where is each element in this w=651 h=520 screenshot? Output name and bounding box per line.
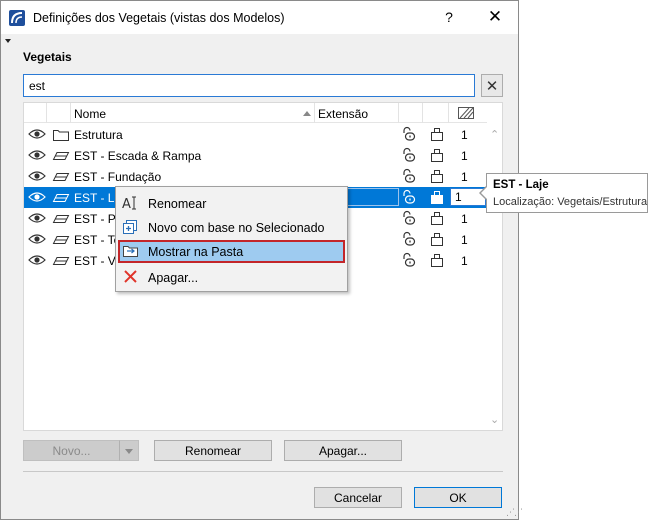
row-number: 1 (461, 128, 468, 142)
scroll-up-icon[interactable]: ⌃ (490, 128, 499, 141)
app-logo-icon (9, 10, 25, 26)
menu-item-label: Mostrar na Pasta (148, 245, 244, 259)
row-number: 1 (461, 233, 468, 247)
lock-icon[interactable] (401, 231, 417, 250)
tooltip-pointer-fill (481, 187, 487, 199)
delete-button-label: Apagar... (318, 443, 368, 458)
tooltip-location: Localização: Vegetais/Estrutura (493, 196, 648, 208)
clear-icon: ✕ (485, 77, 499, 95)
eye-icon[interactable] (28, 170, 46, 185)
tooltip: EST - Laje Localização: Vegetais/Estrutu… (486, 173, 648, 213)
clear-search-button[interactable]: ✕ (481, 74, 503, 97)
column-header-extension[interactable]: Extensão (318, 107, 368, 121)
header-divider (70, 103, 71, 123)
svg-text:A: A (122, 197, 131, 211)
layer-visibility-icon[interactable] (429, 231, 445, 250)
ok-button-label: OK (449, 490, 467, 505)
eye-icon[interactable] (28, 233, 46, 248)
row-name: EST - Escada & Rampa (74, 149, 202, 163)
new-button-label: Novo... (52, 443, 91, 458)
lock-icon[interactable] (401, 147, 417, 166)
row-name: Estrutura (74, 128, 123, 142)
column-header-name[interactable]: Nome (74, 107, 106, 121)
layer-visibility-icon[interactable] (429, 210, 445, 229)
window-title: Definições dos Vegetais (vistas dos Mode… (33, 11, 285, 25)
menu-item-delete[interactable]: Apagar... (118, 266, 345, 289)
rename-button-label: Renomear (184, 443, 242, 458)
layer-icon (52, 233, 70, 250)
section-label: Vegetais (23, 50, 72, 64)
lock-icon[interactable] (401, 210, 417, 229)
list-header: Nome Extensão (24, 103, 487, 123)
layer-icon (52, 191, 70, 208)
sort-ascending-icon (303, 111, 311, 116)
menu-item-label: Renomear (148, 197, 207, 211)
eye-icon[interactable] (28, 128, 46, 143)
layer-icon (52, 254, 70, 271)
context-menu: A Renomear Novo com base no Selecionado … (115, 186, 348, 292)
scroll-down-icon[interactable]: ⌄ (490, 413, 499, 426)
lock-icon[interactable] (401, 252, 417, 271)
separator (23, 471, 503, 472)
rename-button[interactable]: Renomear (154, 440, 272, 461)
header-divider (448, 103, 449, 123)
layer-visibility-icon[interactable] (429, 168, 445, 187)
row-name: EST - Fundação (74, 170, 162, 184)
delete-icon (122, 269, 140, 288)
hatch-column-icon[interactable] (458, 107, 474, 122)
new-dropdown-button[interactable] (119, 440, 139, 461)
header-divider (46, 103, 47, 123)
menu-item-label: Novo com base no Selecionado (148, 221, 325, 235)
delete-button[interactable]: Apagar... (284, 440, 402, 461)
eye-icon[interactable] (28, 254, 46, 269)
lock-icon[interactable] (401, 126, 417, 145)
header-divider (422, 103, 423, 123)
eye-icon[interactable] (28, 149, 46, 164)
eye-icon[interactable] (28, 191, 46, 206)
layer-visibility-icon[interactable] (429, 147, 445, 166)
table-row[interactable]: Estrutura 1 (24, 124, 487, 145)
new-from-selected-icon (122, 219, 140, 238)
help-button[interactable]: ? (439, 9, 459, 25)
title-bar: Definições dos Vegetais (vistas dos Mode… (1, 1, 518, 34)
layer-icon (52, 149, 70, 166)
rename-icon: A (122, 195, 140, 214)
lock-icon[interactable] (401, 189, 417, 208)
row-number: 1 (461, 149, 468, 163)
menu-item-rename[interactable]: A Renomear (118, 192, 345, 215)
layer-visibility-icon[interactable] (429, 189, 445, 208)
layer-visibility-icon[interactable] (429, 252, 445, 271)
new-button[interactable]: Novo... (23, 440, 120, 461)
row-number: 1 (461, 170, 468, 184)
show-in-folder-icon (122, 243, 140, 262)
search-input[interactable] (23, 74, 475, 97)
close-button[interactable]: ✕ (483, 7, 507, 27)
layer-visibility-icon[interactable] (429, 126, 445, 145)
layer-icon (52, 170, 70, 187)
table-row[interactable]: EST - Escada & Rampa 1 (24, 145, 487, 166)
collapse-arrow-icon[interactable] (5, 39, 11, 43)
row-number: 1 (461, 212, 468, 226)
menu-item-label: Apagar... (148, 271, 199, 285)
header-divider (314, 103, 315, 123)
table-row[interactable]: EST - Fundação 1 (24, 166, 487, 187)
menu-item-show-in-folder[interactable]: Mostrar na Pasta (118, 240, 345, 263)
tooltip-title: EST - Laje (493, 179, 549, 191)
ok-button[interactable]: OK (414, 487, 502, 508)
cancel-button-label: Cancelar (333, 490, 383, 505)
row-number: 1 (461, 254, 468, 268)
cancel-button[interactable]: Cancelar (314, 487, 402, 508)
resize-grip-icon[interactable]: ⋰⋰ (506, 507, 523, 518)
folder-icon (52, 128, 70, 145)
chevron-down-icon (125, 449, 133, 454)
layer-icon (52, 212, 70, 229)
header-divider (398, 103, 399, 123)
menu-item-new-from-selected[interactable]: Novo com base no Selecionado (118, 216, 345, 239)
eye-icon[interactable] (28, 212, 46, 227)
lock-icon[interactable] (401, 168, 417, 187)
